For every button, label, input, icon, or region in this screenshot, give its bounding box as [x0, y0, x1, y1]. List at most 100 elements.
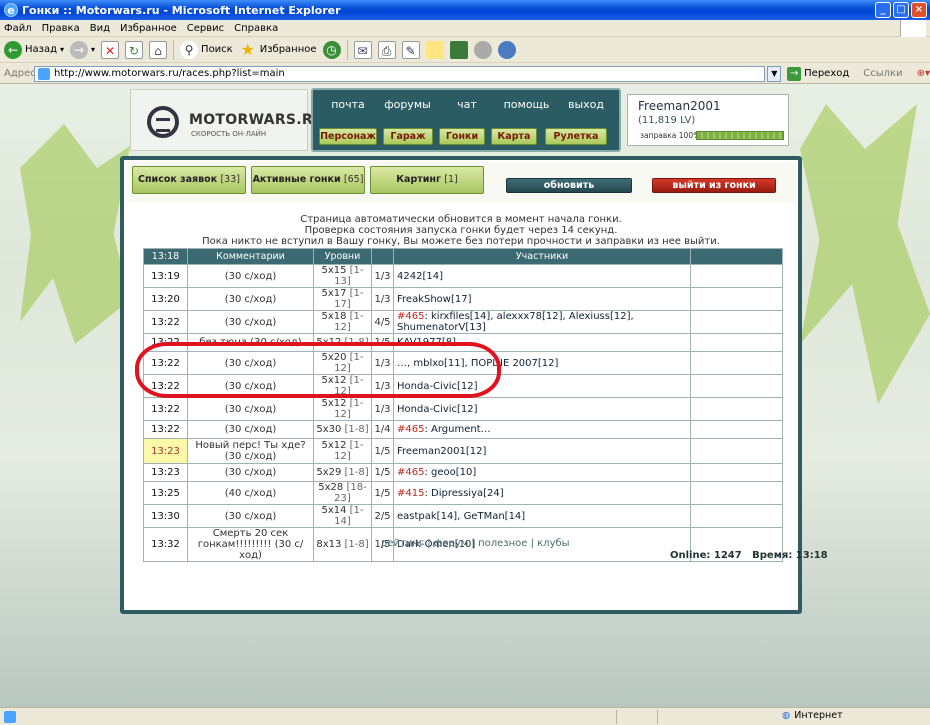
race-join-cell[interactable]: [690, 374, 783, 398]
nav-exit[interactable]: выход: [557, 98, 615, 111]
race-time: 13:23: [143, 438, 188, 464]
menu-tools[interactable]: Сервис: [187, 23, 224, 34]
race-join-cell[interactable]: [690, 481, 783, 505]
history-icon[interactable]: ◷: [322, 40, 341, 59]
race-join-cell[interactable]: [690, 463, 783, 482]
race-users[interactable]: Honda-Civic[12]: [397, 381, 478, 392]
footer-link-clubs[interactable]: клубы: [537, 538, 569, 549]
back-button[interactable]: ← Назад ▾: [4, 39, 64, 61]
table-row[interactable]: 13:30 (30 с/ход) 5x14 [1-14] 2/5 eastpak[14]…: [143, 504, 783, 528]
tab-applications[interactable]: Список заявок [33]: [132, 166, 246, 194]
minimize-button[interactable]: _: [875, 2, 891, 18]
race-join-cell[interactable]: [690, 310, 783, 334]
race-users[interactable]: : geoo[10]: [424, 467, 476, 478]
stop-icon[interactable]: ✕: [101, 40, 120, 59]
go-button[interactable]: → Переход: [787, 66, 849, 81]
race-comment: (30 с/ход): [187, 287, 314, 311]
links-button[interactable]: Ссылки: [863, 68, 902, 79]
races-table: 13:18 Комментарии Уровни Участники 13:19…: [143, 248, 783, 562]
menu-file[interactable]: Файл: [4, 23, 32, 34]
print-icon[interactable]: ⎙: [377, 40, 396, 59]
refresh-icon[interactable]: ↻: [125, 40, 144, 59]
footer-link-useful[interactable]: полезное: [478, 538, 527, 549]
nav-garage-button[interactable]: Гараж: [383, 128, 433, 145]
tab-active-races[interactable]: Активные гонки [65]: [251, 166, 365, 194]
mail-icon[interactable]: ✉: [353, 40, 372, 59]
media-icon[interactable]: [473, 40, 492, 59]
maximize-button[interactable]: □: [893, 2, 909, 18]
race-participants: eastpak[14], GeTMan[14]: [393, 504, 691, 528]
leave-race-button[interactable]: выйти из гонки: [652, 178, 776, 193]
nav-races-button[interactable]: Гонки: [439, 128, 485, 145]
address-dropdown-button[interactable]: ▼: [767, 65, 782, 82]
menu-help[interactable]: Справка: [234, 23, 278, 34]
race-join-cell[interactable]: [690, 438, 783, 464]
table-row[interactable]: 13:22 (30 с/ход) 5x18 [1-12] 4/5 #465: kirxf…: [143, 310, 783, 334]
menu-edit[interactable]: Правка: [42, 23, 80, 34]
nav-character-button[interactable]: Персонаж: [319, 128, 377, 145]
table-row[interactable]: 13:22 (30 с/ход) 5x12 [1-12] 1/3 Honda-Civic…: [143, 374, 783, 398]
race-join-cell[interactable]: [690, 333, 783, 352]
race-users[interactable]: : Dipressiya[24]: [424, 488, 503, 499]
edit-icon[interactable]: ✎: [401, 40, 420, 59]
messenger-icon[interactable]: [449, 40, 468, 59]
nav-forums[interactable]: форумы: [379, 98, 437, 111]
nav-mail[interactable]: почта: [319, 98, 377, 111]
decor-splash-left: [20, 124, 130, 344]
race-join-cell[interactable]: [690, 397, 783, 421]
table-row[interactable]: 13:19 (30 с/ход) 5x15 [1-13] 1/3 4242[14]: [143, 264, 783, 288]
nav-help[interactable]: помощь: [498, 98, 556, 111]
refresh-button[interactable]: обновить: [506, 178, 632, 193]
table-row[interactable]: 13:23 Новый перс! Ты хде? (30 с/ход) 5x12 …: [143, 438, 783, 464]
search-button[interactable]: ⚲ Поиск: [180, 39, 233, 61]
table-row[interactable]: 13:22 (30 с/ход) 5x20 [1-12] 1/3…, mblxo[11…: [143, 351, 783, 375]
close-button[interactable]: ×: [911, 2, 927, 18]
header-comments: Комментарии: [187, 248, 314, 265]
race-comment: (30 с/ход): [187, 351, 314, 375]
race-club-id[interactable]: #415: [397, 488, 424, 499]
tab-karting[interactable]: Картинг [1]: [370, 166, 484, 194]
nav-chat[interactable]: чат: [438, 98, 496, 111]
footer-link-rating[interactable]: рейтинг: [381, 538, 424, 549]
table-row[interactable]: 13:25 (40 с/ход) 5x28 [18-23] 1/5 #415: Dipr…: [143, 481, 783, 505]
menu-view[interactable]: Вид: [90, 23, 110, 34]
table-row[interactable]: 13:23 (30 с/ход) 5x29 [1-8] 1/5 #465: geoo[1…: [143, 463, 783, 482]
address-input[interactable]: http://www.motorwars.ru/races.php?list=m…: [34, 65, 766, 82]
forward-button[interactable]: → ▾: [70, 39, 95, 61]
site-logo[interactable]: MOTORWARS.RU СКОРОСТЬ ОН-ЛАЙН: [130, 89, 324, 151]
menu-favorites[interactable]: Избранное: [120, 23, 177, 34]
race-users[interactable]: …, mblxo[11], ПОРШЕ 2007[12]: [397, 358, 558, 369]
race-club-id[interactable]: #465: [397, 467, 424, 478]
race-join-cell[interactable]: [690, 351, 783, 375]
race-join-cell[interactable]: [690, 504, 783, 528]
race-users[interactable]: KAV1977[8]: [397, 337, 456, 348]
tab-karting-label: Картинг: [396, 174, 441, 185]
toolbar-extension-icon[interactable]: ⊕▾: [917, 68, 930, 79]
race-level: 5x15 [1-13]: [313, 264, 372, 288]
race-join-cell[interactable]: [690, 264, 783, 288]
footer-link-forum[interactable]: форум: [434, 538, 468, 549]
race-users[interactable]: 4242[14]: [397, 271, 443, 282]
race-users[interactable]: : Argument…: [424, 424, 490, 435]
favorites-button[interactable]: ★ Избранное: [239, 39, 317, 61]
race-users[interactable]: eastpak[14], GeTMan[14]: [397, 511, 525, 522]
race-join-cell[interactable]: [690, 287, 783, 311]
discuss-icon[interactable]: [425, 40, 444, 59]
table-row[interactable]: 13:22 без тюна (30 с/ход) 5x12 [1-8] 1/5 KAV…: [143, 333, 783, 352]
table-row[interactable]: 13:20 (30 с/ход) 5x17 [1-17] 1/3 FreakShow[1…: [143, 287, 783, 311]
race-users[interactable]: FreakShow[17]: [397, 294, 472, 305]
race-join-cell[interactable]: [690, 420, 783, 439]
nav-roulette-button[interactable]: Рулетка: [545, 128, 607, 145]
race-club-id[interactable]: #465: [397, 424, 424, 435]
race-users[interactable]: Honda-Civic[12]: [397, 404, 478, 415]
research-icon[interactable]: [497, 40, 516, 59]
race-users[interactable]: : kirxfiles[14], alexxx78[12], Alexiuss[…: [397, 311, 634, 333]
race-club-id[interactable]: #465: [397, 311, 424, 322]
user-name[interactable]: Freeman2001: [638, 99, 721, 113]
table-row[interactable]: 13:22 (30 с/ход) 5x30 [1-8] 1/4 #465: Argume…: [143, 420, 783, 439]
race-participants: #415: Dipressiya[24]: [393, 481, 691, 505]
home-icon[interactable]: ⌂: [149, 40, 168, 59]
race-users[interactable]: Freeman2001[12]: [397, 446, 486, 457]
nav-map-button[interactable]: Карта: [491, 128, 537, 145]
table-row[interactable]: 13:22 (30 с/ход) 5x12 [1-12] 1/3 Honda-Civic…: [143, 397, 783, 421]
